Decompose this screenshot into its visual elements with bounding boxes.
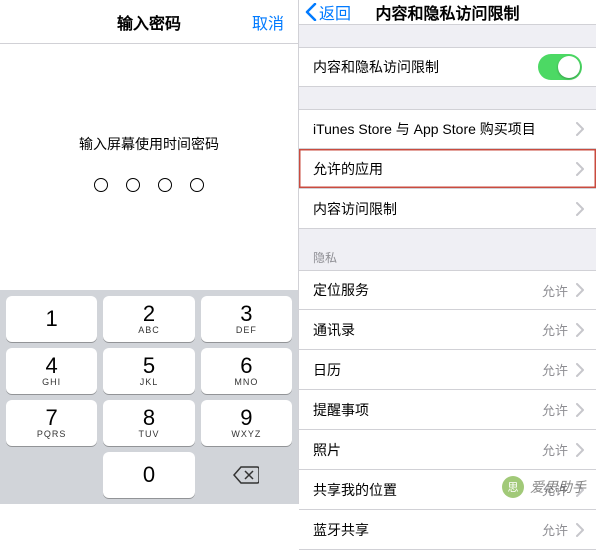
watermark: 思 爱思助手 bbox=[502, 476, 586, 498]
chevron-right-icon bbox=[576, 162, 584, 176]
passcode-area: 输入屏幕使用时间密码 bbox=[0, 44, 298, 290]
key-9[interactable]: 9WXYZ bbox=[201, 400, 292, 446]
chevron-left-icon bbox=[305, 3, 317, 21]
nav-title: 输入密码 bbox=[117, 10, 181, 34]
numeric-keypad: 1 2ABC 3DEF 4GHI 5JKL 6MNO 7PQRS 8TUV 9W… bbox=[0, 290, 298, 504]
cell-label: 内容访问限制 bbox=[313, 199, 397, 219]
key-6[interactable]: 6MNO bbox=[201, 348, 292, 394]
cell-label: 蓝牙共享 bbox=[313, 520, 369, 540]
cell-label: 通讯录 bbox=[313, 320, 355, 340]
nav-bar-left: 输入密码 取消 bbox=[0, 0, 298, 44]
cell-value: 允许 bbox=[542, 360, 568, 379]
cell-label: 定位服务 bbox=[313, 280, 369, 300]
cell-label: 照片 bbox=[313, 440, 341, 460]
key-5[interactable]: 5JKL bbox=[103, 348, 194, 394]
nav-title: 内容和隐私访问限制 bbox=[375, 0, 519, 24]
settings-cell[interactable]: 内容访问限制 bbox=[299, 189, 596, 229]
master-toggle-section: 内容和隐私访问限制 bbox=[299, 47, 596, 87]
cell-value: 允许 bbox=[542, 400, 568, 419]
key-2[interactable]: 2ABC bbox=[103, 296, 194, 342]
backspace-icon bbox=[233, 465, 259, 485]
privacy-section: 定位服务允许通讯录允许日历允许提醒事项允许照片允许共享我的位置允许蓝牙共享允许 bbox=[299, 270, 596, 550]
privacy-cell[interactable]: 蓝牙共享 允许 bbox=[299, 510, 596, 550]
cell-label: 共享我的位置 bbox=[313, 480, 397, 500]
passcode-pane: 输入密码 取消 输入屏幕使用时间密码 1 2ABC 3DEF 4GHI 5JKL… bbox=[0, 0, 298, 504]
cell-label: 提醒事项 bbox=[313, 400, 369, 420]
passcode-dot bbox=[158, 178, 172, 192]
master-toggle-cell[interactable]: 内容和隐私访问限制 bbox=[299, 47, 596, 87]
passcode-dot bbox=[94, 178, 108, 192]
passcode-dot bbox=[126, 178, 140, 192]
watermark-icon: 思 bbox=[502, 476, 524, 498]
chevron-right-icon bbox=[576, 443, 584, 457]
cell-value: 允许 bbox=[542, 520, 568, 539]
toggle-knob bbox=[558, 56, 580, 78]
passcode-prompt: 输入屏幕使用时间密码 bbox=[79, 134, 219, 154]
nav-bar-right: 返回 内容和隐私访问限制 bbox=[299, 0, 596, 25]
chevron-right-icon bbox=[576, 202, 584, 216]
cell-value: 允许 bbox=[542, 320, 568, 339]
privacy-cell[interactable]: 提醒事项 允许 bbox=[299, 390, 596, 430]
passcode-dots bbox=[94, 178, 204, 192]
cell-label: 日历 bbox=[313, 360, 341, 380]
back-button[interactable]: 返回 bbox=[305, 0, 351, 24]
chevron-right-icon bbox=[576, 363, 584, 377]
cell-label: 允许的应用 bbox=[313, 159, 383, 179]
master-toggle[interactable] bbox=[538, 54, 582, 80]
settings-cell[interactable]: 允许的应用 bbox=[299, 149, 596, 189]
chevron-right-icon bbox=[576, 403, 584, 417]
key-7[interactable]: 7PQRS bbox=[6, 400, 97, 446]
privacy-header: 隐私 bbox=[299, 243, 596, 270]
key-1[interactable]: 1 bbox=[6, 296, 97, 342]
key-blank bbox=[6, 452, 97, 498]
chevron-right-icon bbox=[576, 122, 584, 136]
key-3[interactable]: 3DEF bbox=[201, 296, 292, 342]
privacy-cell[interactable]: 定位服务 允许 bbox=[299, 270, 596, 310]
backspace-key[interactable] bbox=[201, 452, 292, 498]
watermark-text: 爱思助手 bbox=[530, 477, 586, 497]
chevron-right-icon bbox=[576, 283, 584, 297]
privacy-cell[interactable]: 通讯录 允许 bbox=[299, 310, 596, 350]
privacy-cell[interactable]: 日历 允许 bbox=[299, 350, 596, 390]
chevron-right-icon bbox=[576, 323, 584, 337]
cancel-button[interactable]: 取消 bbox=[252, 10, 284, 34]
passcode-dot bbox=[190, 178, 204, 192]
key-8[interactable]: 8TUV bbox=[103, 400, 194, 446]
cell-label: 内容和隐私访问限制 bbox=[313, 57, 439, 77]
settings-cell[interactable]: iTunes Store 与 App Store 购买项目 bbox=[299, 109, 596, 149]
key-4[interactable]: 4GHI bbox=[6, 348, 97, 394]
cell-value: 允许 bbox=[542, 440, 568, 459]
restrictions-pane: 返回 内容和隐私访问限制 内容和隐私访问限制 iTunes Store 与 Ap… bbox=[298, 0, 596, 504]
cell-value: 允许 bbox=[542, 281, 568, 300]
content-section: iTunes Store 与 App Store 购买项目允许的应用内容访问限制 bbox=[299, 109, 596, 229]
privacy-cell[interactable]: 照片 允许 bbox=[299, 430, 596, 470]
key-0[interactable]: 0 bbox=[103, 452, 194, 498]
cell-label: iTunes Store 与 App Store 购买项目 bbox=[313, 119, 536, 139]
chevron-right-icon bbox=[576, 523, 584, 537]
